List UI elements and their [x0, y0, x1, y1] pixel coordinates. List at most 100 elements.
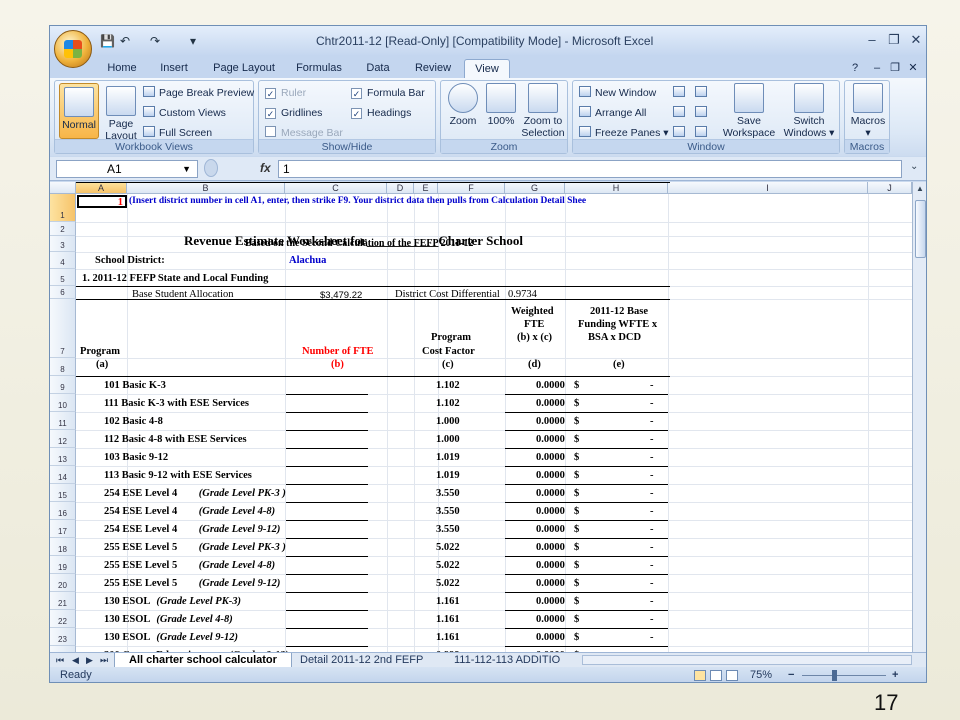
row-header-1[interactable]: 1 — [50, 194, 76, 222]
custom-views-button[interactable]: Custom Views — [143, 105, 226, 121]
page-break-status-icon[interactable] — [726, 670, 738, 681]
sheet-nav-first-icon[interactable]: ⏮ — [54, 653, 66, 667]
column-header-i[interactable]: I — [668, 182, 868, 194]
column-header-a[interactable]: A — [76, 182, 127, 194]
zoom-slider-track[interactable] — [802, 675, 886, 676]
row-header-13[interactable]: 13 — [50, 448, 76, 466]
zoom-100-button[interactable]: 100% — [483, 83, 519, 127]
vertical-scrollbar[interactable]: ▲ — [912, 182, 926, 652]
horizontal-scrollbar[interactable] — [582, 655, 912, 665]
tab-data[interactable]: Data — [356, 59, 400, 78]
tab-home[interactable]: Home — [100, 59, 144, 78]
formula-bar-handle[interactable] — [204, 159, 218, 177]
row-header-5[interactable]: 5 — [50, 269, 76, 286]
split-button[interactable] — [673, 85, 689, 101]
ruler-checkbox[interactable]: ✓ Ruler — [265, 85, 306, 101]
ribbon-restore-icon[interactable]: ❐ — [888, 59, 902, 78]
redo-icon[interactable]: ↷ — [150, 32, 160, 50]
close-icon[interactable]: ✕ — [906, 31, 926, 49]
zoom-slider-thumb[interactable] — [832, 670, 837, 681]
column-header-b[interactable]: B — [127, 182, 285, 194]
name-box-dropdown-icon[interactable]: ▼ — [182, 161, 191, 177]
row-header-4[interactable]: 4 — [50, 252, 76, 269]
scroll-up-icon[interactable]: ▲ — [916, 184, 924, 193]
minimize-icon[interactable]: – — [862, 31, 882, 49]
headings-checkbox[interactable]: ✓ Headings — [351, 105, 411, 121]
office-button[interactable] — [54, 30, 92, 68]
zoom-level[interactable]: 75% — [750, 667, 772, 682]
help-icon[interactable]: ? — [846, 59, 864, 78]
row-header-19[interactable]: 19 — [50, 556, 76, 574]
row-header-9[interactable]: 9 — [50, 376, 76, 394]
zoom-in-icon[interactable]: + — [892, 667, 898, 682]
undo-icon[interactable]: ↶ — [120, 32, 130, 50]
row-header-11[interactable]: 11 — [50, 412, 76, 430]
macros-button[interactable]: Macros ▾ — [849, 83, 887, 139]
row-header-14[interactable]: 14 — [50, 466, 76, 484]
column-header-j[interactable]: J — [868, 182, 912, 194]
select-all-corner[interactable] — [50, 182, 76, 194]
worksheet-grid[interactable]: ABCDEFGHIJ 1 2 3 4 5 6 7 8 9 10 11 12 13 14 15 16 17 18 19… — [50, 182, 912, 652]
row-header-10[interactable]: 10 — [50, 394, 76, 412]
insert-function-icon[interactable]: fx — [260, 161, 271, 175]
ribbon-close-icon[interactable]: ✕ — [906, 59, 920, 78]
sheet-nav-prev-icon[interactable]: ◀ — [70, 653, 81, 667]
row-header-20[interactable]: 20 — [50, 574, 76, 592]
gridlines-checkbox[interactable]: ✓ Gridlines — [265, 105, 322, 121]
row-header-12[interactable]: 12 — [50, 430, 76, 448]
tab-view[interactable]: View — [464, 59, 510, 78]
tab-formulas[interactable]: Formulas — [290, 59, 348, 78]
synchronous-scroll-button[interactable] — [695, 105, 711, 121]
sheet-tab-calculator[interactable]: All charter school calculator — [114, 653, 292, 667]
row-header-2[interactable]: 2 — [50, 222, 76, 236]
row-header-16[interactable]: 16 — [50, 502, 76, 520]
zoom-selection-button[interactable]: Zoom to Selection — [521, 83, 565, 139]
ribbon-minimize-icon[interactable]: – — [870, 59, 884, 78]
name-box[interactable]: A1 ▼ — [56, 160, 198, 178]
new-window-button[interactable]: New Window — [579, 85, 656, 101]
zoom-button[interactable]: Zoom — [445, 83, 481, 127]
column-header-d[interactable]: D — [387, 182, 414, 194]
expand-formula-bar-icon[interactable]: ⌄ — [910, 161, 918, 172]
column-header-f[interactable]: F — [438, 182, 505, 194]
row-header-7[interactable]: 7 — [50, 299, 76, 358]
tab-review[interactable]: Review — [408, 59, 458, 78]
restore-icon[interactable]: ❐ — [884, 31, 904, 49]
row-header-21[interactable]: 21 — [50, 592, 76, 610]
arrange-all-button[interactable]: Arrange All — [579, 105, 646, 121]
zoom-out-icon[interactable]: − — [788, 667, 794, 682]
save-workspace-button[interactable]: Save Workspace — [721, 83, 777, 139]
column-header-c[interactable]: C — [285, 182, 387, 194]
normal-view-status-icon[interactable] — [694, 670, 706, 681]
column-header-e[interactable]: E — [414, 182, 438, 194]
page-break-preview-button[interactable]: Page Break Preview — [143, 85, 254, 101]
sheet-tab-additional[interactable]: 111-112-113 ADDITIO — [440, 653, 570, 667]
page-layout-status-icon[interactable] — [710, 670, 722, 681]
formula-input[interactable]: 1 — [278, 160, 902, 178]
row-header-18[interactable]: 18 — [50, 538, 76, 556]
hide-button[interactable] — [673, 105, 689, 121]
vertical-scroll-thumb[interactable] — [915, 200, 926, 258]
page-layout-view-button[interactable]: Page Layout — [103, 83, 139, 142]
sheet-nav-next-icon[interactable]: ▶ — [84, 653, 95, 667]
save-icon[interactable]: 💾 — [100, 32, 115, 50]
customize-qat-icon[interactable]: ▾ — [190, 32, 196, 50]
row-header-15[interactable]: 15 — [50, 484, 76, 502]
row-header-3[interactable]: 3 — [50, 236, 76, 252]
switch-windows-button[interactable]: Switch Windows ▾ — [779, 83, 839, 139]
tab-insert[interactable]: Insert — [150, 59, 198, 78]
normal-view-button[interactable]: Normal — [59, 83, 99, 139]
tab-page-layout[interactable]: Page Layout — [206, 59, 282, 78]
sheet-nav-last-icon[interactable]: ⏭ — [98, 653, 110, 667]
formula-bar-checkbox[interactable]: ✓ Formula Bar — [351, 85, 425, 101]
column-header-h[interactable]: H — [565, 182, 668, 194]
cell-a1[interactable]: 1 — [77, 195, 127, 208]
row-header-23[interactable]: 23 — [50, 628, 76, 646]
sheet-tab-detail[interactable]: Detail 2011-12 2nd FEFP — [286, 653, 437, 667]
row-header-17[interactable]: 17 — [50, 520, 76, 538]
row-header-6[interactable]: 6 — [50, 286, 76, 299]
column-header-g[interactable]: G — [505, 182, 565, 194]
row-header-8[interactable]: 8 — [50, 358, 76, 376]
view-side-by-side-button[interactable] — [695, 85, 711, 101]
row-header-22[interactable]: 22 — [50, 610, 76, 628]
